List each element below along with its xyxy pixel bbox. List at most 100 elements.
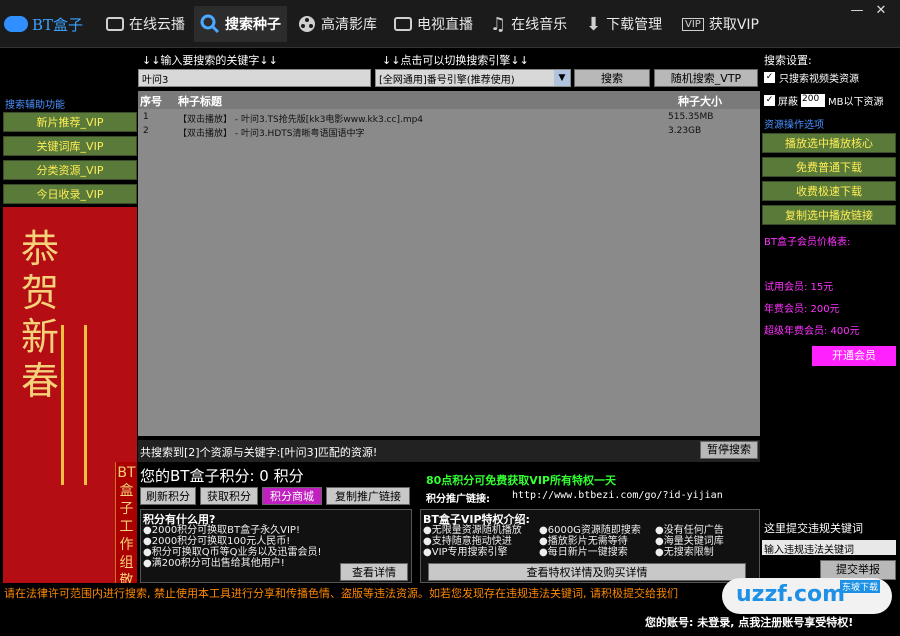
music-note-icon: ♫ <box>490 13 507 35</box>
col-title[interactable]: 种子标题 <box>178 93 222 109</box>
col-no[interactable]: 序号 <box>140 93 162 109</box>
download-arrow-icon: ⬇ <box>586 13 602 35</box>
vip-item: ●支持随意拖动快进 <box>423 536 512 547</box>
engine-select-value: [全网通用]番号引擎(推荐使用) <box>379 75 515 86</box>
vip-item: ●无搜索限制 <box>655 547 714 558</box>
resource-ops-title: 资源操作选项 <box>764 120 824 131</box>
points-promo: 80点积分可免费获取VIP所有特权一天 <box>426 474 616 487</box>
keyword-hint: ↓↓输入要搜索的关键字↓↓ <box>142 54 278 67</box>
tab-label: 在线云播 <box>129 17 185 33</box>
keyword-library-vip-button[interactable]: 关键词库_VIP <box>3 136 137 156</box>
chinese-knot-icon <box>61 325 87 485</box>
vip-item: ●没有任何广告 <box>655 525 724 536</box>
tv-play-icon <box>394 17 412 31</box>
pause-search-button[interactable]: 暂停搜索 <box>700 441 758 459</box>
search-input[interactable]: 叶问3 <box>138 69 371 87</box>
results-list[interactable] <box>138 91 760 436</box>
new-year-poster[interactable]: 恭贺新春 BT盒子工作组敬 <box>3 207 137 583</box>
copy-play-link-button[interactable]: 复制选中播放链接 <box>762 205 896 225</box>
copy-promo-link-button[interactable]: 复制推广链接 <box>326 487 410 505</box>
promo-link-label: 积分推广链接: <box>426 494 490 505</box>
row-title: 【双击播放】 - 叶问3.HDTS清晰粤语国语中字 <box>178 129 365 139</box>
get-points-button[interactable]: 获取积分 <box>200 487 258 505</box>
table-row[interactable]: 2 【双击播放】 - 叶问3.HDTS清晰粤语国语中字 3.23GB <box>138 126 760 139</box>
refresh-points-button[interactable]: 刷新积分 <box>140 487 196 505</box>
vip-item: ●无限量资源随机播放 <box>423 525 522 536</box>
tab-label: 搜索种子 <box>225 17 281 33</box>
tab-label: 高清影库 <box>321 17 377 33</box>
row-size: 515.35MB <box>668 112 714 122</box>
promo-link[interactable]: http://www.btbezi.com/go/?id-yijian <box>512 490 723 501</box>
tab-get-vip[interactable]: VIP 获取VIP <box>676 6 765 42</box>
faq-item: ●满200积分可出售给其他用户! <box>143 558 285 569</box>
video-only-option[interactable]: ✓ 只搜索视频类资源 <box>764 70 859 85</box>
tab-tv-live[interactable]: 电视直播 <box>388 6 479 42</box>
vip-details-button[interactable]: 查看特权详情及购买详情 <box>428 563 746 581</box>
size-filter-option[interactable]: ✓ 屏蔽 200 MB以下资源 <box>764 93 884 108</box>
vip-item: ●每日新片一键搜索 <box>539 547 628 558</box>
tab-download-manager[interactable]: ⬇ 下载管理 <box>580 6 668 42</box>
faq-item: ●2000积分可换取BT盒子永久VIP! <box>143 525 300 536</box>
watermark-text: uzzf.com <box>736 582 846 607</box>
tab-label: 下载管理 <box>606 17 663 33</box>
tab-search-torrent[interactable]: 搜索种子 <box>194 6 287 42</box>
tab-label: 在线音乐 <box>511 17 568 33</box>
fast-download-button[interactable]: 收费极速下载 <box>762 181 896 201</box>
results-summary: 共搜索到[2]个资源与关键字:[叶问3]匹配的资源! <box>140 446 378 459</box>
random-search-vip-button[interactable]: 随机搜索_VTP <box>654 69 758 87</box>
points-mall-button[interactable]: 积分商城 <box>262 487 322 505</box>
option-label: 只搜索视频类资源 <box>779 74 859 85</box>
tab-online-cloud-play[interactable]: 在线云播 <box>100 6 191 42</box>
report-input[interactable]: 输入违规违法关键词 <box>762 540 896 556</box>
row-no: 2 <box>143 126 149 136</box>
play-selected-button[interactable]: 播放选中播放核心 <box>762 133 896 153</box>
faq-item: ●2000积分可换取100元人民币! <box>143 536 291 547</box>
results-header: 序号 种子标题 种子大小 <box>138 91 760 109</box>
option-label: MB以下资源 <box>828 97 884 108</box>
price-title: BT盒子会员价格表: <box>764 237 851 248</box>
chevron-down-icon[interactable]: ▼ <box>554 70 570 86</box>
app-logo-text: BT盒子 <box>32 15 84 34</box>
account-status[interactable]: 您的账号: 未登录, 点我注册账号享受特权! <box>645 614 895 630</box>
new-movies-vip-button[interactable]: 新片推荐_VIP <box>3 112 137 132</box>
close-button[interactable]: ✕ <box>870 2 892 20</box>
cloud-icon <box>4 16 28 32</box>
table-row[interactable]: 1 【双击播放】 - 叶问3.TS抢先版[kk3电影www.kk3.cc].mp… <box>138 112 760 125</box>
search-button[interactable]: 搜索 <box>574 69 650 87</box>
points-title: 您的BT盒子积分: 0 积分 <box>140 467 304 485</box>
vip-item: ●6000G资源随即搜索 <box>539 525 641 536</box>
play-box-icon <box>106 17 124 31</box>
search-icon <box>200 14 220 34</box>
checkbox-checked-icon[interactable]: ✓ <box>764 95 775 106</box>
row-title: 【双击播放】 - 叶问3.TS抢先版[kk3电影www.kk3.cc].mp4 <box>178 115 424 125</box>
tab-online-music[interactable]: ♫ 在线音乐 <box>484 6 573 42</box>
today-collected-vip-button[interactable]: 今日收录_VIP <box>3 184 137 204</box>
col-size[interactable]: 种子大小 <box>678 93 722 109</box>
tab-hd-movies[interactable]: 高清影库 <box>292 6 383 42</box>
price-item: 年费会员: 200元 <box>764 304 840 315</box>
engine-hint: ↓↓点击可以切换搜索引擎↓↓ <box>382 54 529 67</box>
checkbox-checked-icon[interactable]: ✓ <box>764 72 775 83</box>
legal-notice: 请在法律许可范围内进行搜索, 禁止使用本工具进行分享和传播色情、盗版等违法资源。… <box>4 587 678 600</box>
search-settings-title: 搜索设置: <box>764 54 812 67</box>
tab-label: 电视直播 <box>417 17 473 33</box>
row-no: 1 <box>143 112 149 122</box>
faq-details-button[interactable]: 查看详情 <box>340 563 408 581</box>
vip-item: ●VIP专用搜索引擎 <box>423 547 508 558</box>
faq-item: ●积分可换取Q币等Q业务以及迅雷会员! <box>143 547 322 558</box>
free-download-button[interactable]: 免费普通下载 <box>762 157 896 177</box>
app-logo: BT盒子 <box>4 10 83 38</box>
price-item: 超级年费会员: 400元 <box>764 326 860 337</box>
vip-item: ●播放影片无需等待 <box>539 536 628 547</box>
watermark-sub: 东坡下载 <box>840 580 881 593</box>
engine-select[interactable]: [全网通用]番号引擎(推荐使用) ▼ <box>375 69 571 87</box>
vip-icon: VIP <box>682 17 704 31</box>
tab-label: 获取VIP <box>708 17 759 33</box>
option-label: 屏蔽 <box>778 97 798 108</box>
vip-item: ●海量关键词库 <box>655 536 724 547</box>
minimize-button[interactable]: — <box>846 2 868 20</box>
submit-report-button[interactable]: 提交举报 <box>820 560 896 580</box>
category-resources-vip-button[interactable]: 分类资源_VIP <box>3 160 137 180</box>
size-threshold-input[interactable]: 200 <box>801 94 825 107</box>
open-membership-button[interactable]: 开通会员 <box>812 346 896 366</box>
